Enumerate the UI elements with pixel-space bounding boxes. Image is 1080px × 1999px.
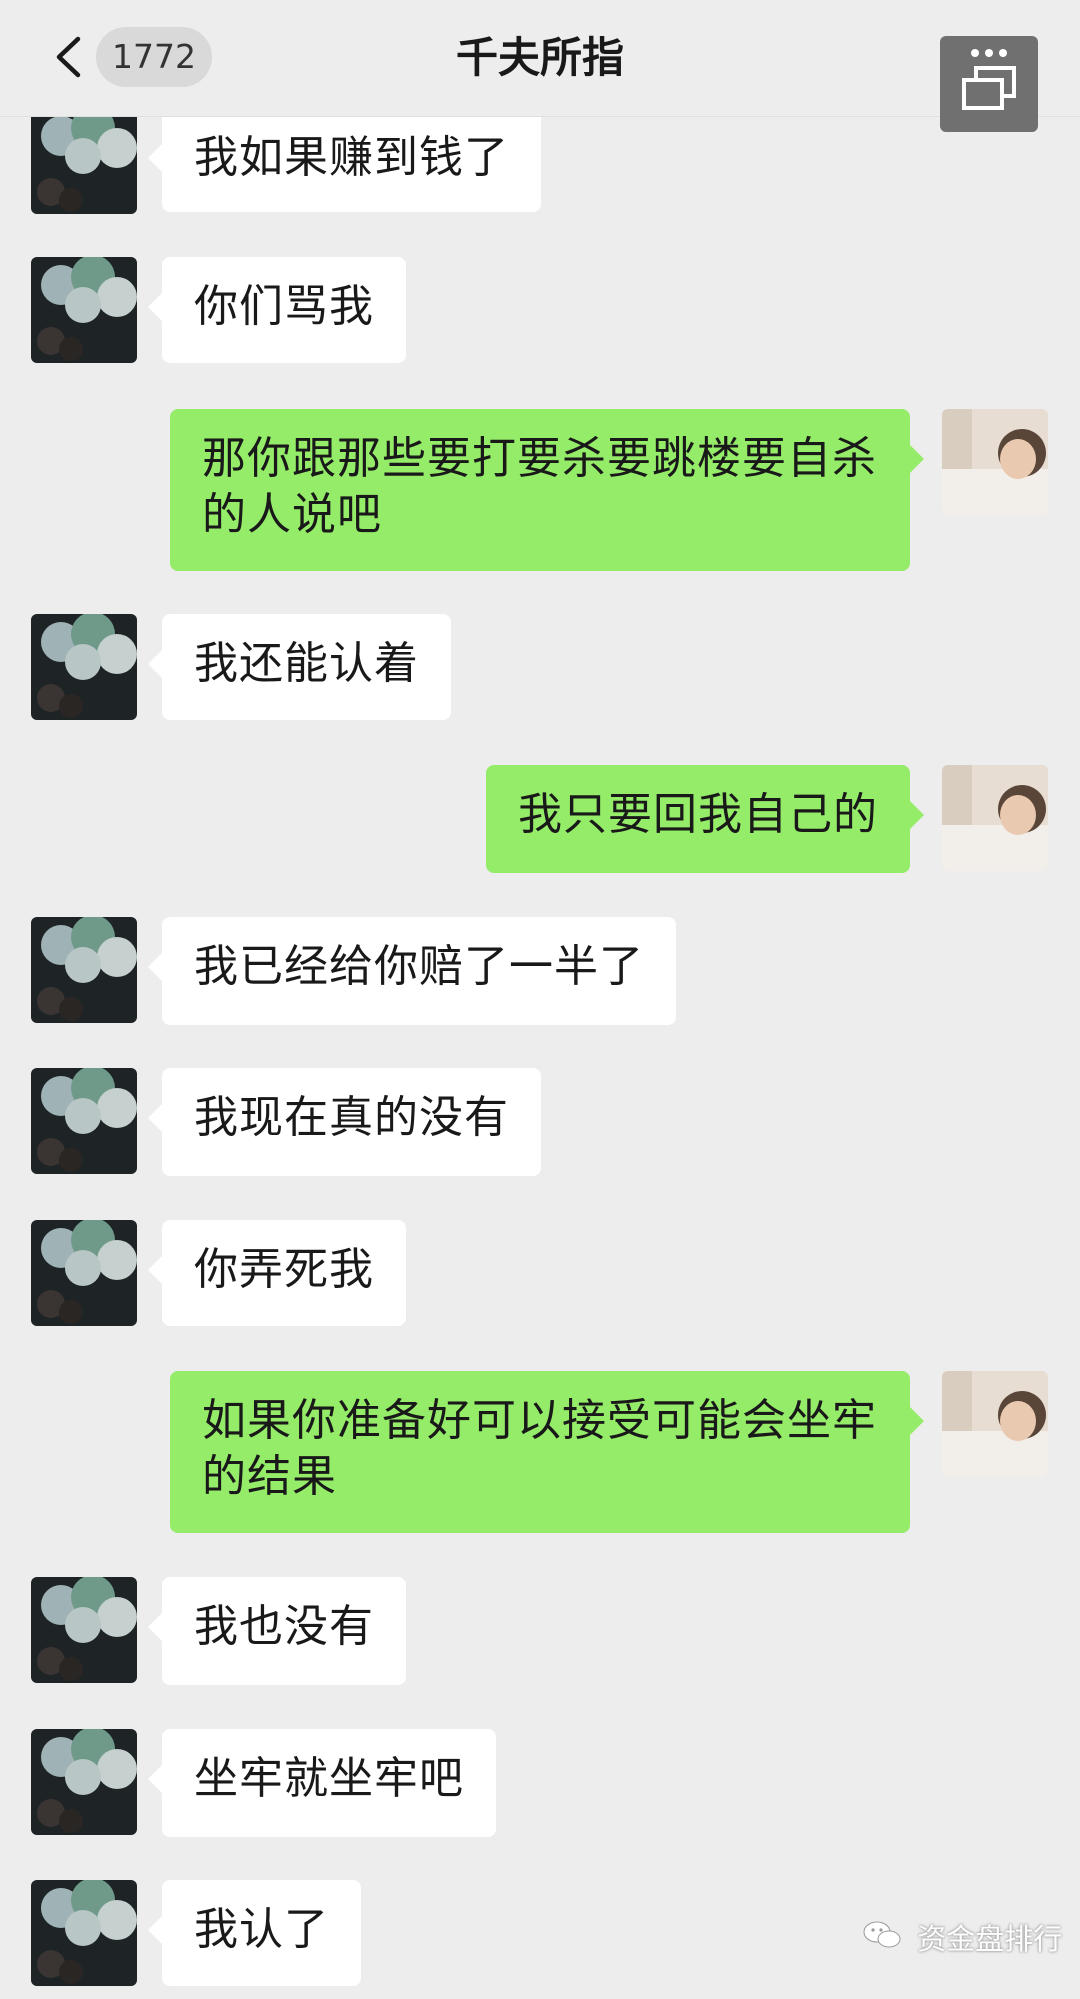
- message-bubble[interactable]: 那你跟那些要打要杀要跳楼要自杀的人说吧: [170, 409, 924, 571]
- message-bubble[interactable]: 我认了: [148, 1880, 361, 1986]
- unread-count-badge[interactable]: 1772: [96, 27, 212, 87]
- contact-avatar[interactable]: [31, 1577, 137, 1683]
- message-bubble[interactable]: 你们骂我: [148, 257, 406, 363]
- more-options-icon: [962, 49, 1016, 110]
- message-bubble[interactable]: 我还能认着: [148, 614, 451, 720]
- contact-avatar[interactable]: [31, 1068, 137, 1174]
- message-bubble[interactable]: 我只要回我自己的: [486, 765, 924, 873]
- contact-avatar[interactable]: [31, 257, 137, 363]
- contact-avatar[interactable]: [31, 108, 137, 214]
- chevron-left-icon: [56, 36, 81, 78]
- message-bubble[interactable]: 你弄死我: [148, 1220, 406, 1326]
- contact-avatar[interactable]: [31, 614, 137, 720]
- back-button[interactable]: [54, 36, 82, 78]
- contact-avatar[interactable]: [31, 1880, 137, 1986]
- my-avatar[interactable]: [942, 409, 1048, 515]
- watermark: 资金盘排行: [862, 1916, 1062, 1962]
- contact-avatar[interactable]: [31, 917, 137, 1023]
- chat-title: 千夫所指: [455, 33, 624, 82]
- message-bubble[interactable]: 如果你准备好可以接受可能会坐牢的结果: [170, 1371, 924, 1533]
- my-avatar[interactable]: [942, 1371, 1048, 1477]
- wechat-official-account-icon: [862, 1918, 902, 1964]
- message-bubble[interactable]: 我现在真的没有: [148, 1068, 541, 1176]
- contact-avatar[interactable]: [31, 1729, 137, 1835]
- chat-message-list[interactable]: 我如果赚到钱了 你们骂我 那你跟那些要打要杀要跳楼要自杀的人说吧 我还能认着 我…: [0, 0, 1080, 1999]
- message-bubble[interactable]: 我也没有: [148, 1577, 406, 1685]
- contact-avatar[interactable]: [31, 1220, 137, 1326]
- chat-header: 1772 千夫所指: [0, 0, 1080, 132]
- more-options-button[interactable]: [940, 36, 1038, 132]
- my-avatar[interactable]: [942, 765, 1048, 871]
- message-bubble[interactable]: 坐牢就坐牢吧: [148, 1729, 496, 1837]
- message-bubble[interactable]: 我已经给你赔了一半了: [148, 917, 676, 1025]
- message-bubble[interactable]: 我如果赚到钱了: [148, 108, 541, 212]
- watermark-text: 资金盘排行: [917, 1922, 1063, 1956]
